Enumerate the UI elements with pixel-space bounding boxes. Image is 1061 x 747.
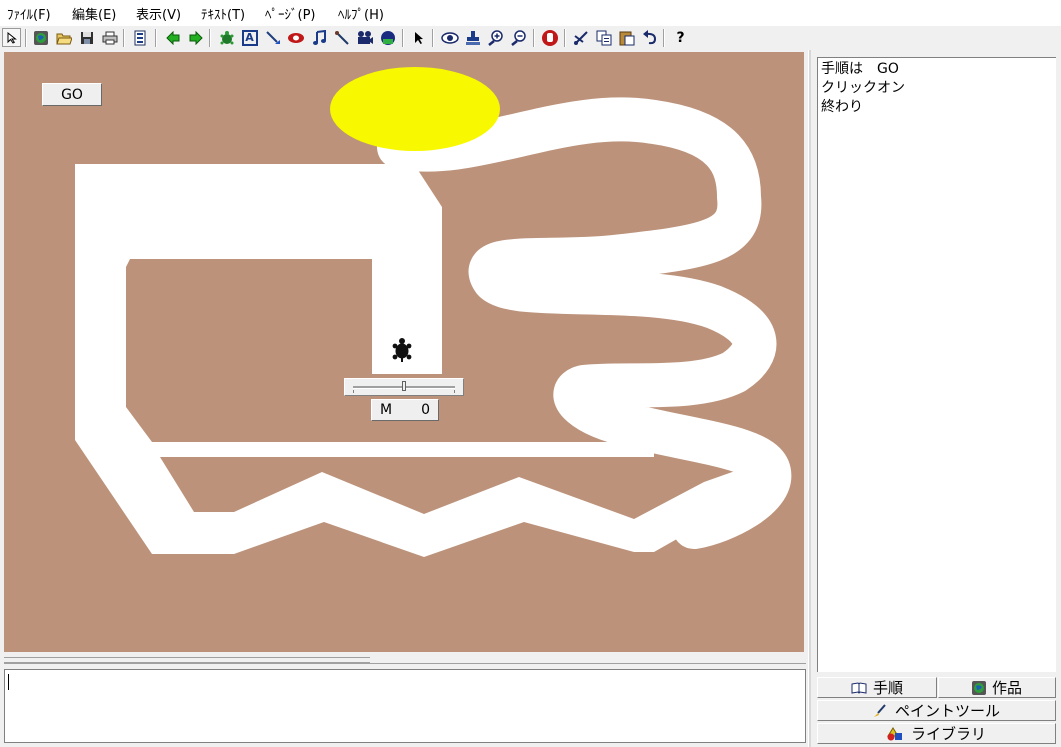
menu-text[interactable]: ﾃｷｽﾄ(T) <box>201 4 245 23</box>
eye-oval-icon[interactable] <box>286 28 305 47</box>
open-folder-icon[interactable] <box>54 28 73 47</box>
zoom-in-icon[interactable] <box>486 28 505 47</box>
menu-view[interactable]: 表示(V) <box>136 4 181 23</box>
race-course <box>75 67 792 557</box>
music-icon[interactable] <box>309 28 328 47</box>
save-icon[interactable] <box>77 28 96 47</box>
globe-icon <box>971 680 986 695</box>
procedure-line: クリックオン <box>821 80 905 96</box>
book-icon <box>851 681 867 694</box>
meter-value: 0 <box>421 402 430 418</box>
stop-icon[interactable] <box>540 28 559 47</box>
cut-icon[interactable] <box>571 28 590 47</box>
pencil-icon[interactable] <box>332 28 351 47</box>
menu-page[interactable]: ﾍﾟｰｼﾞ(P) <box>265 4 315 23</box>
help-icon[interactable]: ? <box>671 28 690 47</box>
page-icon[interactable] <box>130 28 149 47</box>
zoom-out-icon[interactable] <box>509 28 528 47</box>
procedure-panel[interactable]: 手順は GO クリックオン 終わり <box>817 57 1056 672</box>
copy-icon[interactable] <box>594 28 613 47</box>
stage-canvas[interactable]: GO M 0 <box>4 52 804 652</box>
toolbar: A ? <box>0 26 1061 50</box>
goal-ellipse <box>330 67 500 151</box>
procedure-line: 手順は GO <box>821 61 899 77</box>
globe-icon[interactable] <box>31 28 50 47</box>
meter-label: M <box>380 402 393 418</box>
slider-thumb[interactable] <box>402 381 406 391</box>
tab-library-label: ライブラリ <box>910 725 986 743</box>
print-icon[interactable] <box>100 28 119 47</box>
upper-track <box>377 97 792 549</box>
video-icon[interactable] <box>378 28 397 47</box>
message-area[interactable] <box>4 669 806 743</box>
paint-icon[interactable] <box>263 28 282 47</box>
camera-icon[interactable] <box>355 28 374 47</box>
select-arrow-icon[interactable] <box>409 28 428 47</box>
tab-works-label: 作品 <box>991 679 1022 697</box>
meter-display: M 0 <box>371 399 439 421</box>
tab-paint-tool-label: ペイントツール <box>894 702 1000 720</box>
menu-edit[interactable]: 編集(E) <box>72 4 116 23</box>
tab-procedure[interactable]: 手順 <box>817 677 937 698</box>
brush-icon <box>873 703 887 718</box>
menu-help[interactable]: ﾍﾙﾌﾟ(H) <box>338 4 384 23</box>
pointer-icon[interactable] <box>2 28 21 47</box>
lower-track <box>75 164 779 557</box>
go-button[interactable]: GO <box>42 83 102 106</box>
menu-bar: ﾌｧｲﾙ(F) 編集(E) 表示(V) ﾃｷｽﾄ(T) ﾍﾟｰｼﾞ(P) ﾍﾙﾌ… <box>0 0 1061 26</box>
tab-paint-tool[interactable]: ペイントツール <box>817 700 1056 721</box>
menu-file[interactable]: ﾌｧｲﾙ(F) <box>7 4 51 23</box>
stamp-icon[interactable] <box>463 28 482 47</box>
text-caret <box>8 674 9 690</box>
speed-slider[interactable] <box>344 378 464 396</box>
tab-procedure-label: 手順 <box>872 679 903 697</box>
procedure-line: 終わり <box>821 99 863 115</box>
turtle-icon[interactable] <box>217 28 236 47</box>
view-icon[interactable] <box>440 28 459 47</box>
paste-icon[interactable] <box>617 28 636 47</box>
undo-icon[interactable] <box>640 28 659 47</box>
tab-library[interactable]: ライブラリ <box>817 723 1056 744</box>
forward-arrow-icon[interactable] <box>186 28 205 47</box>
tab-works[interactable]: 作品 <box>938 677 1056 698</box>
shapes-icon <box>887 726 903 741</box>
text-icon[interactable]: A <box>240 28 259 47</box>
back-arrow-icon[interactable] <box>163 28 182 47</box>
